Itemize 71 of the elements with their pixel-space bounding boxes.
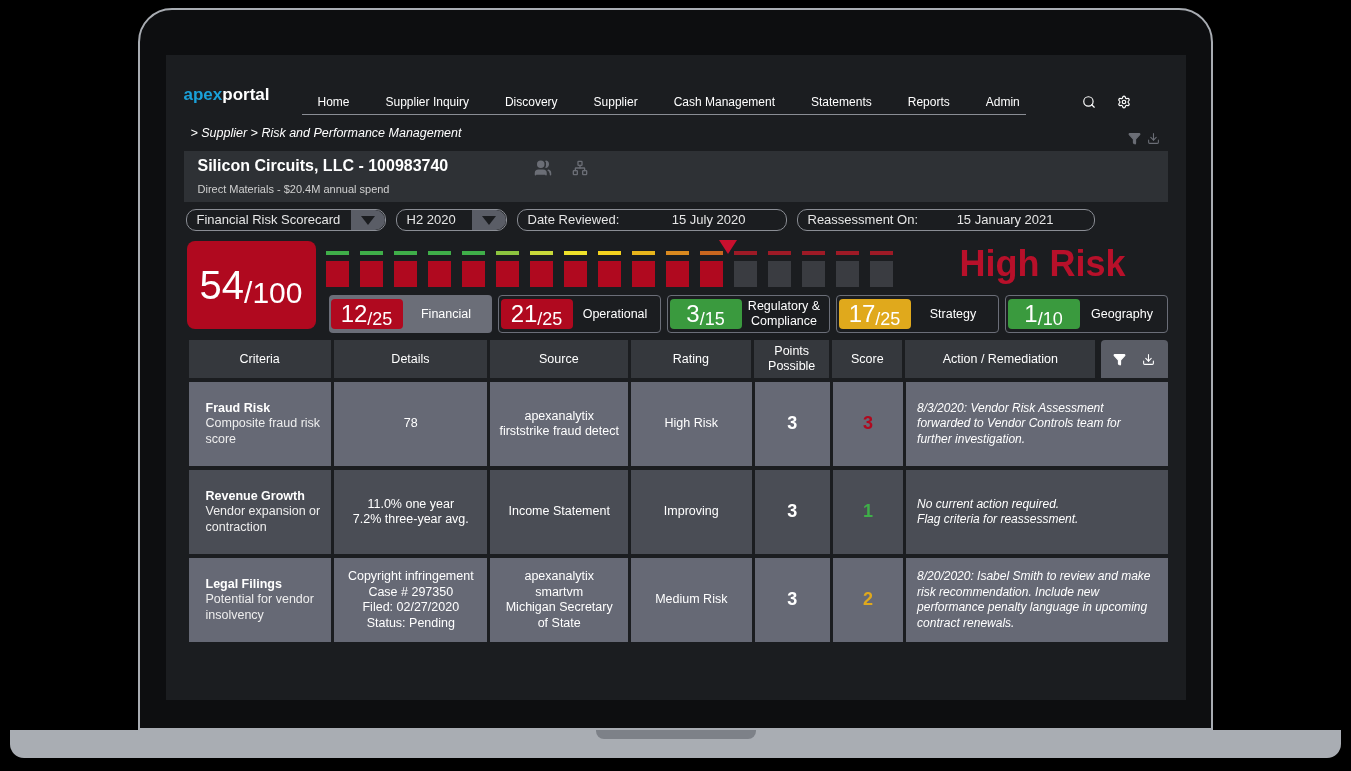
criteria-title: Fraud Risk: [205, 400, 272, 417]
table-cell: 3: [754, 470, 830, 554]
column-header: Action / Remediation: [905, 340, 1096, 378]
table-cell: Medium Risk: [630, 558, 752, 642]
table-cell: Copyright infringement Case # 297350 Filed: 02/27/2020 Status: Pending: [334, 558, 488, 642]
nav-link[interactable]: Statements: [811, 92, 872, 111]
risk-label: High Risk: [959, 246, 1126, 282]
score-badge: 21$_{/25}$: [500, 299, 573, 329]
criteria-title: Legal Filings: [205, 576, 283, 593]
criteria-title: Revenue Growth: [205, 488, 306, 505]
category-card[interactable]: 12$_{/25}$ Financial: [328, 295, 492, 333]
column-header: Details: [333, 340, 488, 378]
criteria-description: Vendor expansion or contraction: [205, 504, 322, 536]
table-cell: 11.0% one year 7.2% three-year avg.: [334, 470, 488, 554]
people-icon[interactable]: [533, 159, 552, 177]
date-field[interactable]: Date Reviewed: 15 July 2020: [516, 209, 787, 231]
download-icon[interactable]: [1146, 131, 1160, 145]
column-header: Score: [832, 340, 903, 378]
column-header: Points Possible: [754, 340, 830, 378]
nav-link[interactable]: Home: [317, 92, 350, 111]
table-cell: apexanalytix firststrike fraud detect: [490, 382, 628, 466]
settings-icon[interactable]: [1116, 95, 1131, 109]
score-value: 2: [862, 592, 873, 608]
table-cell: 3: [754, 382, 830, 466]
breadcrumb: > Supplier > Risk and Performance Management: [190, 124, 462, 142]
nav-link[interactable]: Supplier Inquiry: [385, 92, 469, 111]
category-card[interactable]: 21$_{/25}$ Operational: [497, 295, 661, 333]
supplier-subtitle: Direct Materials - $20.4M annual spend: [197, 182, 391, 197]
column-header: Source: [490, 340, 628, 378]
column-header: Rating: [630, 340, 752, 378]
nav-link[interactable]: Cash Management: [673, 92, 775, 111]
nav-link[interactable]: Supplier: [593, 92, 638, 111]
table-cell: apexanalytix smartvm Michigan Secretary of State: [490, 558, 628, 642]
download-icon[interactable]: [1142, 352, 1156, 366]
table-cell: No current action required. Flag criteria for reassessment.: [906, 470, 1168, 554]
hierarchy-icon[interactable]: [571, 160, 588, 176]
category-card[interactable]: 3$_{/15}$ Regulatory & Compliance: [666, 295, 830, 333]
table-cell: 78: [334, 382, 488, 466]
category-card[interactable]: 17$_{/25}$ Strategy: [835, 295, 999, 333]
category-label: Geography: [1090, 306, 1154, 322]
search-icon[interactable]: [1081, 95, 1096, 109]
score-badge: 3$_{/15}$: [669, 299, 742, 329]
table-cell: 8/3/2020: Vendor Risk Assessment forwarded to Vendor Controls team for further investigation.: [906, 382, 1168, 466]
criteria-description: Potential for vendor insolvency: [205, 592, 315, 624]
category-label: Operational: [581, 306, 649, 322]
table-cell: 8/20/2020: Isabel Smith to review and make risk recommendation. Include new performance penalty language in upcoming contract renewals.: [906, 558, 1168, 642]
dropdown[interactable]: Financial Risk Scorecard: [185, 209, 386, 231]
logo[interactable]: apexportal: [183, 81, 302, 107]
table-cell: Income Statement: [490, 470, 628, 554]
criteria-description: Composite fraud risk score: [205, 416, 322, 448]
score-value: 3: [862, 416, 873, 432]
category-label: Financial: [420, 306, 472, 322]
supplier-name: Silicon Circuits, LLC - 100983740: [197, 156, 450, 176]
table-cell: 3: [754, 558, 830, 642]
nav-link[interactable]: Admin: [985, 92, 1020, 111]
filter-icon[interactable]: [1127, 131, 1141, 145]
category-card[interactable]: 1$_{/10}$ Geography: [1004, 295, 1168, 333]
score-badge: 12$_{/25}$: [330, 299, 403, 329]
score-value: 1: [862, 504, 873, 520]
category-label: Strategy: [928, 306, 978, 322]
table-cell: Improving: [630, 470, 752, 554]
table-cell: High Risk: [630, 382, 752, 466]
score-badge: 1$_{/10}$: [1007, 299, 1080, 329]
dropdown[interactable]: H2 2020: [395, 209, 507, 231]
nav-link[interactable]: Discovery: [504, 92, 558, 111]
category-label: Regulatory & Compliance: [746, 299, 822, 329]
total-score: 54$_{/100}$: [186, 241, 316, 329]
column-header: Criteria: [188, 340, 331, 378]
nav-link[interactable]: Reports: [907, 92, 950, 111]
score-badge: 17$_{/25}$: [838, 299, 911, 329]
date-field[interactable]: Reassessment On: 15 January 2021: [796, 209, 1095, 231]
